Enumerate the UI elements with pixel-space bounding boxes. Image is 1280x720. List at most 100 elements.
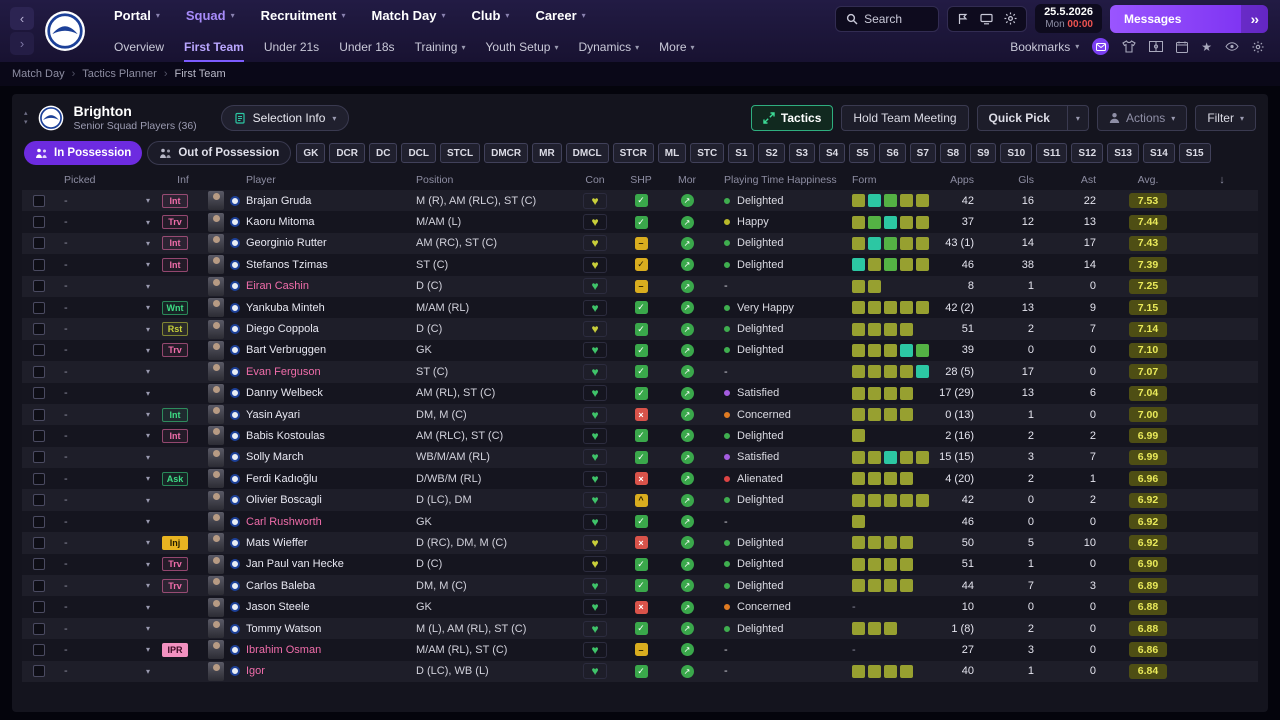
devices-icon[interactable] <box>980 13 993 25</box>
condition-cell[interactable]: ♥ <box>583 214 607 231</box>
position-chip-s11[interactable]: S11 <box>1036 143 1068 163</box>
picked-dropdown[interactable]: - ▾ <box>56 665 160 677</box>
condition-cell[interactable]: ♥ <box>583 449 607 466</box>
column-ast[interactable]: Ast <box>1048 174 1110 186</box>
position-chip-s9[interactable]: S9 <box>970 143 997 163</box>
row-checkbox[interactable] <box>33 365 45 378</box>
hold-team-meeting-button[interactable]: Hold Team Meeting <box>841 105 969 131</box>
position-chip-stcr[interactable]: STCR <box>612 143 654 163</box>
position-chip-stc[interactable]: STC <box>690 143 725 163</box>
player-name[interactable]: Eiran Cashin <box>246 280 309 292</box>
picked-dropdown[interactable]: - ▾ <box>56 494 160 506</box>
player-name[interactable]: Danny Welbeck <box>246 387 323 399</box>
condition-cell[interactable]: ♥ <box>583 577 607 594</box>
condition-cell[interactable]: ♥ <box>583 342 607 359</box>
player-name[interactable]: Yankuba Minteh <box>246 302 325 314</box>
table-row[interactable]: - ▾ Carl Rushworth GK ♥ ✓ ↗ - 46 0 0 6.92 <box>22 510 1258 533</box>
menu-squad[interactable]: Squad ▾ <box>186 8 235 23</box>
row-checkbox[interactable] <box>33 536 45 549</box>
back-button[interactable]: ‹ <box>10 7 34 30</box>
kit-icon[interactable] <box>1122 40 1136 53</box>
position-chip-stcl[interactable]: STCL <box>440 143 481 163</box>
picked-dropdown[interactable]: - ▾ <box>56 259 160 271</box>
table-row[interactable]: - ▾ Int Brajan Gruda M (R), AM (RLC), ST … <box>22 190 1258 212</box>
player-name[interactable]: Evan Ferguson <box>246 366 321 378</box>
flag-icon[interactable] <box>957 13 969 25</box>
picked-dropdown[interactable]: - ▾ <box>56 580 160 592</box>
table-row[interactable]: - ▾ Wnt Yankuba Minteh M/AM (RL) ♥ ✓ ↗ Ve… <box>22 296 1258 319</box>
collapse-toggle[interactable]: ▴ ▾ <box>24 110 28 126</box>
row-checkbox[interactable] <box>33 216 45 229</box>
picked-dropdown[interactable]: - ▾ <box>56 601 160 613</box>
picked-dropdown[interactable]: - ▾ <box>56 216 160 228</box>
player-name[interactable]: Diego Coppola <box>246 323 319 335</box>
player-name[interactable]: Ibrahim Osman <box>246 644 321 656</box>
table-row[interactable]: - ▾ Tommy Watson M (L), AM (RL), ST (C) ♥… <box>22 617 1258 640</box>
player-name[interactable]: Ferdi Kadıoğlu <box>246 473 318 485</box>
position-chip-dmcl[interactable]: DMCL <box>565 143 609 163</box>
condition-cell[interactable]: ♥ <box>583 620 607 637</box>
column-form[interactable]: Form <box>838 174 930 186</box>
picked-dropdown[interactable]: - ▾ <box>56 302 160 314</box>
condition-cell[interactable]: ♥ <box>583 299 607 316</box>
table-row[interactable]: - ▾ Evan Ferguson ST (C) ♥ ✓ ↗ - 28 (5) 1… <box>22 361 1258 383</box>
menu-club[interactable]: Club ▾ <box>472 8 510 23</box>
subnav-under-21s[interactable]: Under 21s <box>264 40 319 62</box>
menu-career[interactable]: Career ▾ <box>535 8 585 23</box>
row-checkbox[interactable] <box>33 344 45 357</box>
out-of-possession-tab[interactable]: Out of Possession <box>147 141 292 165</box>
player-name[interactable]: Bart Verbruggen <box>246 344 326 356</box>
condition-cell[interactable]: ♥ <box>583 235 607 252</box>
position-chip-s14[interactable]: S14 <box>1143 143 1175 163</box>
table-row[interactable]: - ▾ Trv Jan Paul van Hecke D (C) ♥ ✓ ↗ De… <box>22 553 1258 576</box>
picked-dropdown[interactable]: - ▾ <box>56 430 160 442</box>
column-gls[interactable]: Gls <box>988 174 1048 186</box>
picked-dropdown[interactable]: - ▾ <box>56 280 160 292</box>
position-chip-s10[interactable]: S10 <box>1000 143 1033 163</box>
player-name[interactable]: Igor <box>246 665 265 677</box>
position-chip-dc[interactable]: DC <box>368 143 398 163</box>
position-chip-dcr[interactable]: DCR <box>329 143 365 163</box>
column-inf[interactable]: Inf <box>160 174 206 186</box>
row-checkbox[interactable] <box>33 558 45 571</box>
player-name[interactable]: Georginio Rutter <box>246 237 327 249</box>
column-shp[interactable]: SHP <box>618 174 664 186</box>
column-con[interactable]: Con <box>572 174 618 186</box>
player-name[interactable]: Tommy Watson <box>246 623 321 635</box>
table-row[interactable]: - ▾ Ask Ferdi Kadıoğlu D/WB/M (RL) ♥ × ↗ … <box>22 468 1258 490</box>
filter-dropdown[interactable]: Filter ▾ <box>1195 105 1256 131</box>
row-checkbox[interactable] <box>33 494 45 507</box>
player-name[interactable]: Kaoru Mitoma <box>246 216 314 228</box>
table-row[interactable]: - ▾ Olivier Boscagli D (LC), DM ♥ ^ ↗ Del… <box>22 489 1258 511</box>
table-row[interactable]: - ▾ Inj Mats Wieffer D (RC), DM, M (C) ♥ … <box>22 532 1258 554</box>
position-chip-s13[interactable]: S13 <box>1107 143 1139 163</box>
column-picked[interactable]: Picked <box>56 174 160 186</box>
condition-cell[interactable]: ♥ <box>583 470 607 487</box>
player-name[interactable]: Solly March <box>246 451 303 463</box>
position-chip-s12[interactable]: S12 <box>1071 143 1104 163</box>
player-name[interactable]: Mats Wieffer <box>246 537 308 549</box>
row-checkbox[interactable] <box>33 579 45 592</box>
player-name[interactable]: Olivier Boscagli <box>246 494 322 506</box>
table-row[interactable]: - ▾ Int Georginio Rutter AM (RC), ST (C) … <box>22 232 1258 255</box>
position-chip-dmcr[interactable]: DMCR <box>484 143 529 163</box>
row-checkbox[interactable] <box>33 601 45 614</box>
picked-dropdown[interactable]: - ▾ <box>56 195 160 207</box>
subnav-training[interactable]: Training ▾ <box>415 40 466 62</box>
condition-cell[interactable]: ♥ <box>583 427 607 444</box>
condition-cell[interactable]: ♥ <box>583 513 607 530</box>
table-row[interactable]: - ▾ Igor D (LC), WB (L) ♥ ✓ ↗ - 40 1 0 6.… <box>22 660 1258 682</box>
breadcrumb-tactics-planner[interactable]: Tactics Planner <box>82 68 157 80</box>
tactics-button[interactable]: Tactics <box>750 105 834 131</box>
menu-portal[interactable]: Portal ▾ <box>114 8 160 23</box>
row-checkbox[interactable] <box>33 472 45 485</box>
condition-cell[interactable]: ♥ <box>583 192 607 209</box>
picked-dropdown[interactable]: - ▾ <box>56 344 160 356</box>
player-name[interactable]: Stefanos Tzimas <box>246 259 328 271</box>
condition-cell[interactable]: ♥ <box>583 256 607 273</box>
player-name[interactable]: Yasin Ayari <box>246 409 300 421</box>
row-checkbox[interactable] <box>33 515 45 528</box>
player-name[interactable]: Jan Paul van Hecke <box>246 558 344 570</box>
player-name[interactable]: Brajan Gruda <box>246 195 311 207</box>
picked-dropdown[interactable]: - ▾ <box>56 516 160 528</box>
